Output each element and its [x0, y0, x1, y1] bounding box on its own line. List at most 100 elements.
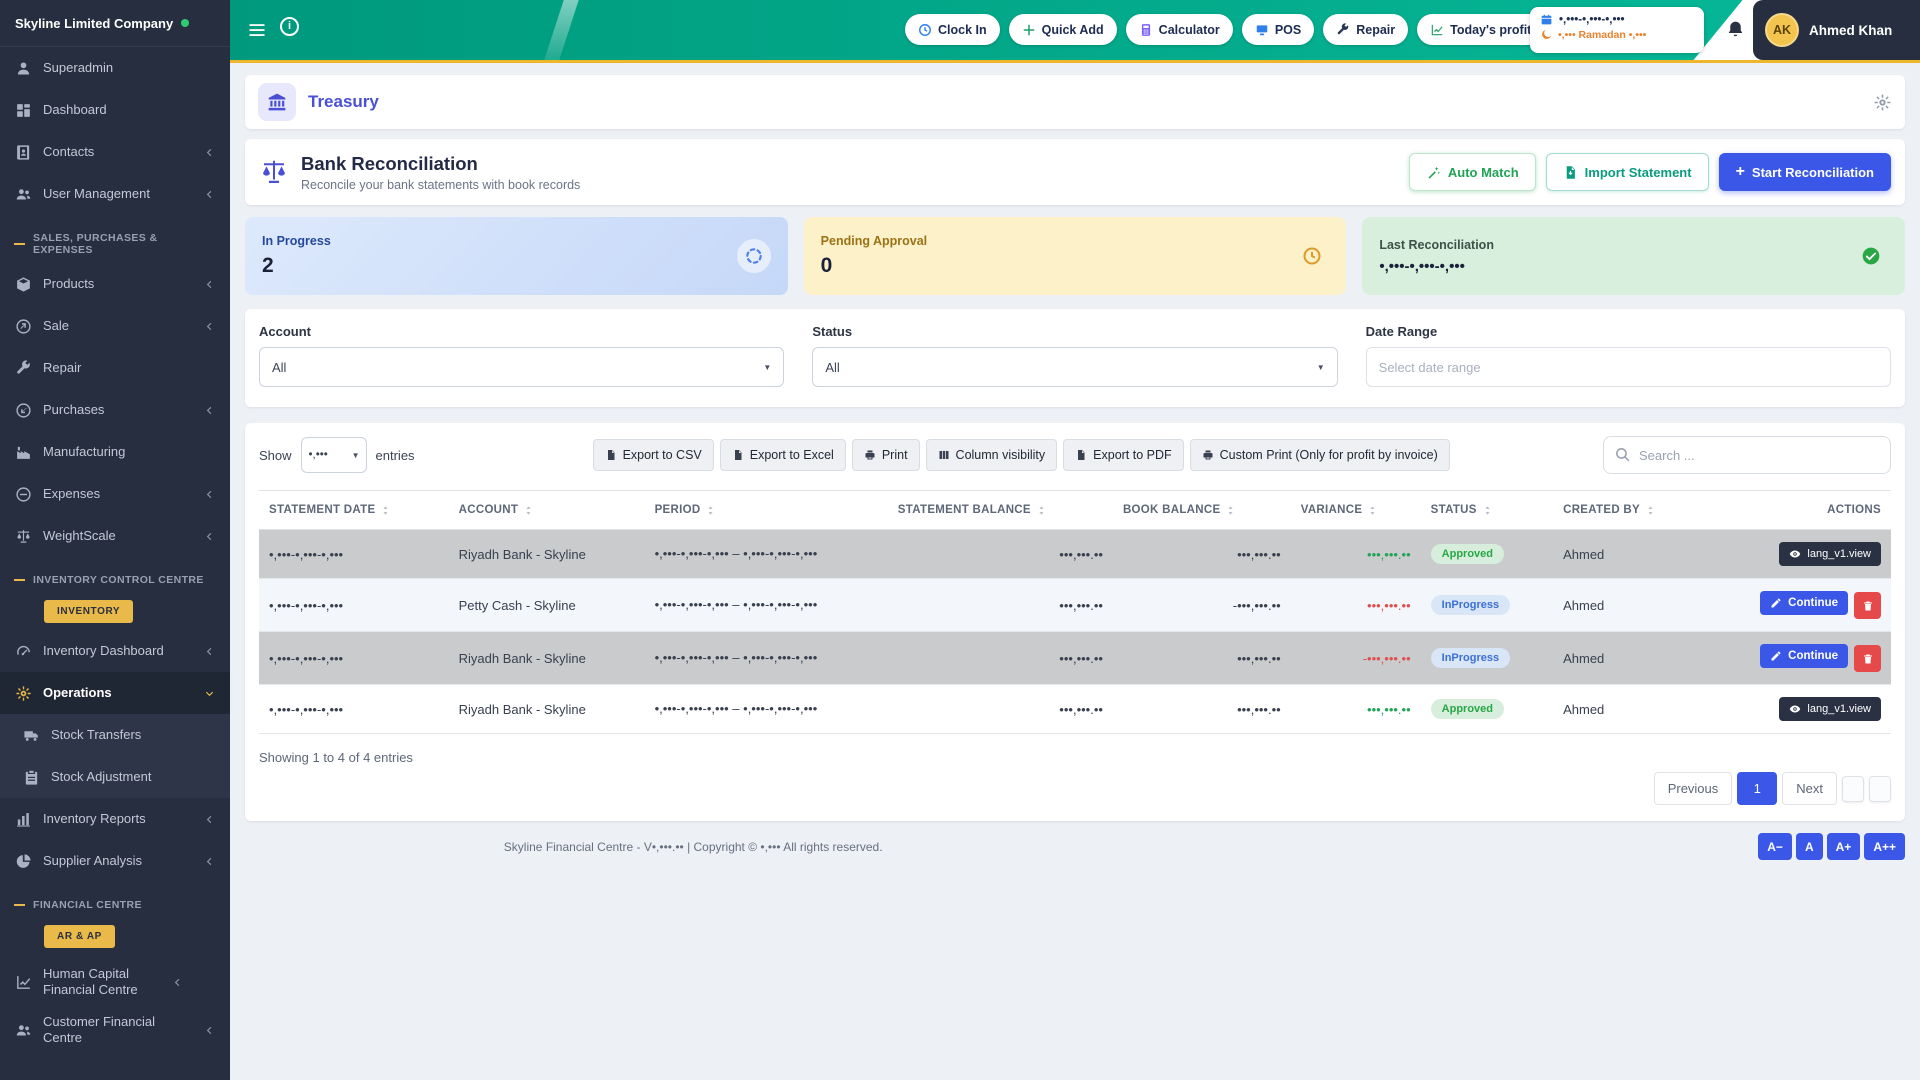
- quick-add-button[interactable]: Quick Add: [1009, 14, 1117, 45]
- auto-match-button[interactable]: Auto Match: [1409, 153, 1536, 191]
- sidebar-item-stock-transfers[interactable]: Stock Transfers: [0, 714, 230, 756]
- table-row: •,•••-•,•••-•,••• Riyadh Bank - Skyline …: [259, 530, 1891, 579]
- sidebar-item-expenses[interactable]: Expenses: [0, 473, 230, 515]
- previous-page-button[interactable]: Previous: [1654, 772, 1733, 805]
- column-header-statement-balance[interactable]: STATEMENT BALANCE: [888, 491, 1113, 530]
- sidebar-item-stock-adjustment[interactable]: Stock Adjustment: [0, 756, 230, 798]
- print-button[interactable]: Print: [852, 439, 920, 471]
- column-visibility-button[interactable]: Column visibility: [926, 439, 1058, 471]
- sidebar-item-label: Sale: [43, 318, 193, 334]
- pos-button[interactable]: POS: [1242, 14, 1314, 45]
- button-label: Repair: [1356, 23, 1395, 37]
- sidebar-item-operations[interactable]: Operations: [0, 672, 230, 714]
- section-subtitle: Reconcile your bank statements with book…: [301, 178, 580, 192]
- column-header-statement-date[interactable]: STATEMENT DATE: [259, 491, 449, 530]
- import-statement-button[interactable]: Import Statement: [1546, 153, 1709, 191]
- truck-icon: [23, 727, 40, 744]
- sort-icon[interactable]: [1036, 505, 1047, 516]
- sidebar-item-supplier-analysis[interactable]: Supplier Analysis: [0, 840, 230, 882]
- todays-profit-button[interactable]: Today's profit: [1417, 14, 1544, 45]
- next-page-button[interactable]: Next: [1782, 772, 1837, 805]
- column-header-variance[interactable]: VARIANCE: [1291, 491, 1421, 530]
- pagination-mini-button[interactable]: [1842, 776, 1864, 802]
- sort-icon[interactable]: [705, 505, 716, 516]
- delete-button[interactable]: [1854, 592, 1881, 619]
- sort-icon[interactable]: [1645, 505, 1656, 516]
- repair-button[interactable]: Repair: [1323, 14, 1408, 45]
- sort-icon[interactable]: [1367, 505, 1378, 516]
- sidebar-item-sale[interactable]: Sale: [0, 305, 230, 347]
- date-widget[interactable]: •,•••-•,•••-•,••• •,••• Ramadan •,•••: [1530, 7, 1704, 53]
- sort-icon[interactable]: [380, 505, 391, 516]
- font-larger-button[interactable]: A+: [1827, 833, 1861, 860]
- sidebar-item-user-management[interactable]: User Management: [0, 173, 230, 215]
- hamburger-menu-icon[interactable]: [247, 20, 267, 40]
- column-header-account[interactable]: ACCOUNT: [449, 491, 645, 530]
- column-header-period[interactable]: PERIOD: [645, 491, 888, 530]
- clock-in-button[interactable]: Clock In: [905, 14, 1000, 45]
- continue-button[interactable]: Continue: [1760, 591, 1848, 615]
- continue-button[interactable]: Continue: [1760, 644, 1848, 668]
- sort-icon[interactable]: [523, 505, 534, 516]
- delete-button[interactable]: [1854, 645, 1881, 672]
- sidebar-item-purchases[interactable]: Purchases: [0, 389, 230, 431]
- search-input[interactable]: [1603, 436, 1891, 474]
- export-excel-button[interactable]: Export to Excel: [720, 439, 846, 471]
- sidebar-item-weightscale[interactable]: WeightScale: [0, 515, 230, 557]
- font-normal-button[interactable]: A: [1796, 833, 1823, 860]
- font-largest-button[interactable]: A++: [1864, 833, 1905, 860]
- view-button[interactable]: lang_v1.view: [1779, 542, 1881, 566]
- sidebar-item-superadmin[interactable]: Superadmin: [0, 47, 230, 89]
- date-range-input[interactable]: [1366, 347, 1891, 387]
- sidebar-item-dashboard[interactable]: Dashboard: [0, 89, 230, 131]
- sidebar-item-products[interactable]: Products: [0, 263, 230, 305]
- font-smaller-button[interactable]: A−: [1758, 833, 1792, 860]
- pencil-icon: [1770, 650, 1782, 662]
- export-csv-button[interactable]: Export to CSV: [593, 439, 714, 471]
- sidebar-item-human-capital[interactable]: Human Capital Financial Centre: [0, 955, 230, 1009]
- eye-icon: [1789, 703, 1801, 715]
- search-icon: [1614, 446, 1631, 463]
- view-button[interactable]: lang_v1.view: [1779, 697, 1881, 721]
- page-size-select[interactable]: •,•••: [301, 437, 367, 473]
- sidebar-item-repair[interactable]: Repair: [0, 347, 230, 389]
- page-title: Treasury: [308, 92, 1861, 112]
- sidebar-item-customer-financial[interactable]: Customer Financial Centre: [0, 1009, 230, 1051]
- export-pdf-button[interactable]: Export to PDF: [1063, 439, 1184, 471]
- sidebar-item-manufacturing[interactable]: Manufacturing: [0, 431, 230, 473]
- cell-statement-date: •,•••-•,•••-•,•••: [259, 685, 449, 734]
- sidebar-item-inventory-dashboard[interactable]: Inventory Dashboard: [0, 630, 230, 672]
- info-icon[interactable]: i: [280, 17, 299, 36]
- start-reconciliation-button[interactable]: + Start Reconciliation: [1719, 153, 1891, 191]
- chevron-left-icon: [204, 279, 215, 290]
- settings-gear-icon[interactable]: [1873, 93, 1892, 112]
- sort-icon[interactable]: [1225, 505, 1236, 516]
- user-menu[interactable]: AK Ahmed Khan: [1753, 0, 1920, 60]
- column-header-created-by[interactable]: CREATED BY: [1553, 491, 1703, 530]
- factory-icon: [15, 444, 32, 461]
- column-header-status[interactable]: STATUS: [1421, 491, 1553, 530]
- showing-entries-text: Showing 1 to 4 of 4 entries: [259, 750, 413, 765]
- line-chart-icon: [15, 974, 32, 991]
- show-label: Show: [259, 448, 292, 463]
- notification-bell-icon[interactable]: [1725, 19, 1746, 40]
- table-row: •,•••-•,•••-•,••• Riyadh Bank - Skyline …: [259, 632, 1891, 685]
- purchases-icon: [15, 402, 32, 419]
- stat-value: 0: [821, 254, 928, 278]
- button-label: Print: [882, 448, 908, 462]
- status-filter-select[interactable]: All: [812, 347, 1337, 387]
- export-buttons: Export to CSV Export to Excel Print Colu…: [593, 439, 1450, 471]
- column-header-book-balance[interactable]: BOOK BALANCE: [1113, 491, 1291, 530]
- account-filter-select[interactable]: All: [259, 347, 784, 387]
- sidebar-item-contacts[interactable]: Contacts: [0, 131, 230, 173]
- calculator-button[interactable]: Calculator: [1126, 14, 1233, 45]
- cell-account: Riyadh Bank - Skyline: [449, 632, 645, 685]
- button-label: lang_v1.view: [1807, 703, 1871, 715]
- custom-print-button[interactable]: Custom Print (Only for profit by invoice…: [1190, 439, 1450, 471]
- cell-book-balance: -•••,•••.••: [1113, 579, 1291, 632]
- sidebar-item-inventory-reports[interactable]: Inventory Reports: [0, 798, 230, 840]
- chevron-left-icon: [204, 1025, 215, 1036]
- pagination-mini-button[interactable]: [1869, 776, 1891, 802]
- page-number-button[interactable]: 1: [1737, 772, 1777, 805]
- sort-icon[interactable]: [1482, 505, 1493, 516]
